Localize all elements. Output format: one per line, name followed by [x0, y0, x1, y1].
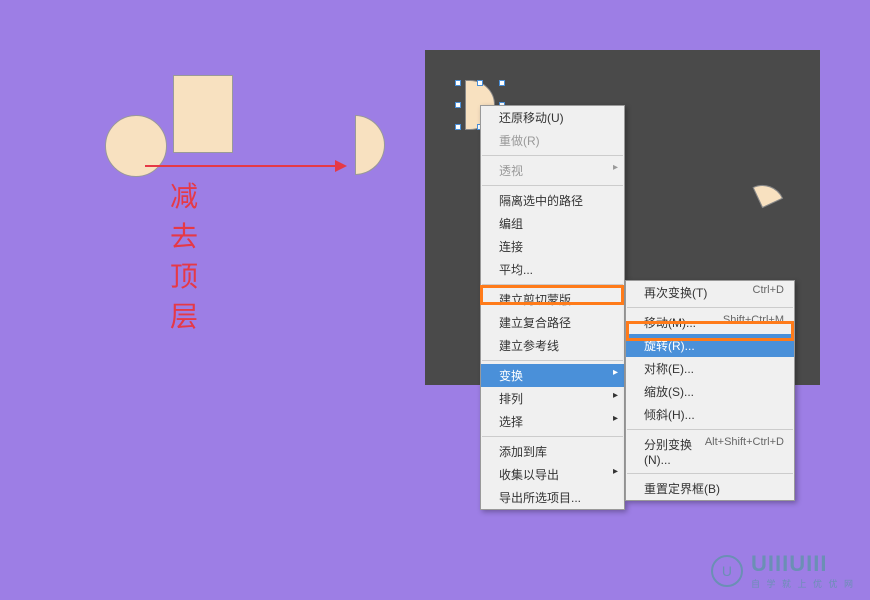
watermark-logo: U UIIIUIII 自 学 就 上 优 优 网 — [711, 551, 855, 590]
separator — [482, 155, 623, 156]
menu-select[interactable]: 选择 — [481, 410, 624, 433]
menu-move[interactable]: 移动(M)...Shift+Ctrl+M — [626, 311, 794, 334]
rectangle-shape — [173, 75, 233, 153]
handle-icon[interactable] — [455, 124, 461, 130]
menu-exportsel[interactable]: 导出所选项目... — [481, 486, 624, 509]
menu-undo[interactable]: 还原移动(U) — [481, 106, 624, 129]
handle-icon[interactable] — [455, 102, 461, 108]
menu-rotate[interactable]: 旋转(R)... — [626, 334, 794, 357]
separator — [627, 473, 793, 474]
menu-scale[interactable]: 缩放(S)... — [626, 380, 794, 403]
menu-shear[interactable]: 倾斜(H)... — [626, 403, 794, 426]
handle-icon[interactable] — [499, 80, 505, 86]
menu-isolate[interactable]: 隔离选中的路径 — [481, 189, 624, 212]
menu-reset-bbox[interactable]: 重置定界框(B) — [626, 477, 794, 500]
menu-collect[interactable]: 收集以导出 — [481, 463, 624, 486]
half-circle-result — [355, 115, 385, 175]
menu-clipmask[interactable]: 建立剪切蒙版 — [481, 288, 624, 311]
menu-reflect[interactable]: 对称(E)... — [626, 357, 794, 380]
menu-transform-again[interactable]: 再次变换(T)Ctrl+D — [626, 281, 794, 304]
separator — [482, 436, 623, 437]
menu-compound[interactable]: 建立复合路径 — [481, 311, 624, 334]
operation-label: 减去顶层 — [170, 175, 198, 335]
menu-ungroup[interactable]: 编组 — [481, 212, 624, 235]
menu-join[interactable]: 连接 — [481, 235, 624, 258]
menu-transform-each[interactable]: 分别变换(N)...Alt+Shift+Ctrl+D — [626, 433, 794, 470]
handle-icon[interactable] — [455, 80, 461, 86]
separator — [627, 307, 793, 308]
menu-guides[interactable]: 建立参考线 — [481, 334, 624, 357]
handle-icon[interactable] — [477, 80, 483, 86]
menu-average[interactable]: 平均... — [481, 258, 624, 281]
context-menu[interactable]: 还原移动(U) 重做(R) 透视 隔离选中的路径 编组 连接 平均... 建立剪… — [480, 105, 625, 510]
menu-redo: 重做(R) — [481, 129, 624, 152]
separator — [482, 284, 623, 285]
menu-perspective: 透视 — [481, 159, 624, 182]
logo-subtitle: 自 学 就 上 优 优 网 — [751, 577, 855, 590]
menu-arrange[interactable]: 排列 — [481, 387, 624, 410]
menu-transform[interactable]: 变换 — [481, 364, 624, 387]
logo-text: UIIIUIII — [751, 551, 855, 577]
arrow-icon — [145, 165, 345, 167]
pie-shape[interactable] — [735, 180, 790, 235]
separator — [627, 429, 793, 430]
circle-shape — [105, 115, 167, 177]
logo-icon: U — [711, 555, 743, 587]
menu-addlib[interactable]: 添加到库 — [481, 440, 624, 463]
transform-submenu[interactable]: 再次变换(T)Ctrl+D 移动(M)...Shift+Ctrl+M 旋转(R)… — [625, 280, 795, 501]
separator — [482, 185, 623, 186]
separator — [482, 360, 623, 361]
